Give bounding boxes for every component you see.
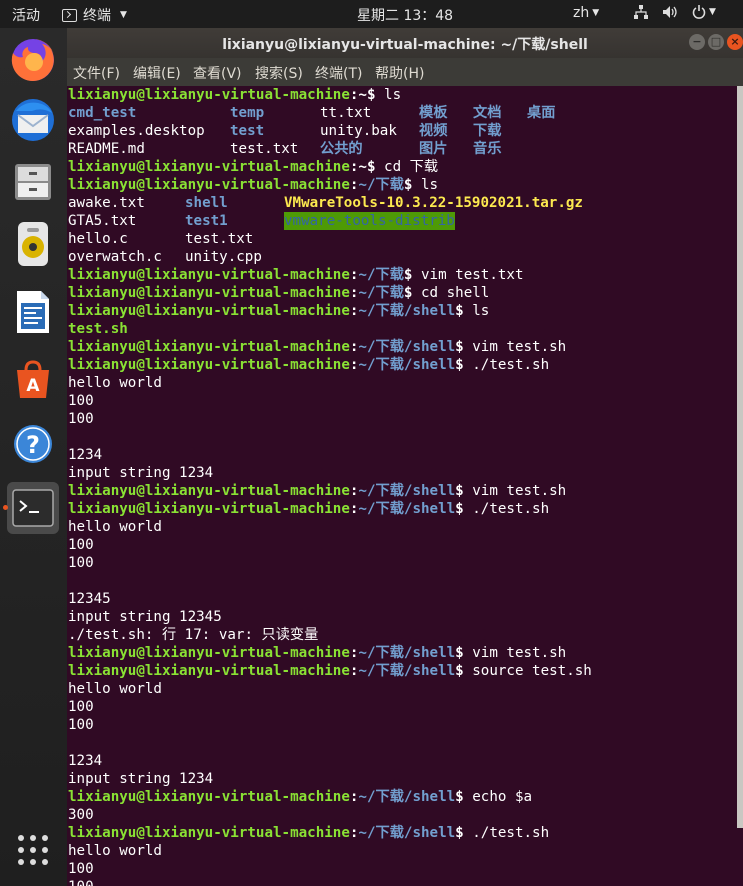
terminal-line: lixianyu@lixianyu-virtual-machine:~/下载/s… xyxy=(68,663,592,679)
dock-show-apps[interactable] xyxy=(7,824,59,876)
ls-row: awake.txt shell VMwareTools-10.3.22-159020… xyxy=(68,195,583,211)
lang-label: zh xyxy=(573,5,590,21)
menu-view[interactable]: 查看(V) xyxy=(193,63,242,83)
output-line: 100 xyxy=(68,861,94,877)
terminal-output[interactable]: lixianyu@lixianyu-virtual-machine:~$ ls … xyxy=(67,86,738,886)
firefox-icon xyxy=(11,38,54,81)
terminal-line: lixianyu@lixianyu-virtual-machine:~/下载/s… xyxy=(68,645,567,661)
terminal-line: lixianyu@lixianyu-virtual-machine:~/下载/s… xyxy=(68,501,550,517)
terminal-mini-icon xyxy=(62,8,77,22)
terminal-line: lixianyu@lixianyu-virtual-machine:~/下载/s… xyxy=(68,483,567,499)
output-line: 1234 xyxy=(68,447,103,463)
minimize-button[interactable]: − xyxy=(689,34,705,50)
terminal-window: lixianyu@lixianyu-virtual-machine: ~/下载/… xyxy=(67,28,743,886)
output-line: hello world xyxy=(68,519,162,535)
window-title: lixianyu@lixianyu-virtual-machine: ~/下载/… xyxy=(222,37,588,53)
terminal-line: lixianyu@lixianyu-virtual-machine:~$ ls xyxy=(68,87,402,103)
terminal-line: lixianyu@lixianyu-virtual-machine:~/下载$ … xyxy=(68,285,490,301)
terminal-line: lixianyu@lixianyu-virtual-machine:~/下载$ … xyxy=(68,267,524,283)
output-line: input string 12345 xyxy=(68,609,222,625)
output-line: 100 xyxy=(68,699,94,715)
output-line: 12345 xyxy=(68,591,111,607)
app-menu[interactable]: 终端 ▼ xyxy=(62,5,127,25)
running-indicator xyxy=(3,505,8,510)
clock[interactable]: 星期二 13：48 xyxy=(357,5,453,25)
output-line: 100 xyxy=(68,878,738,886)
apps-grid-icon xyxy=(18,835,48,865)
dock-files[interactable] xyxy=(7,156,59,208)
terminal-line: lixianyu@lixianyu-virtual-machine:~/下载$ … xyxy=(68,177,439,193)
thunderbird-icon xyxy=(12,99,54,141)
error-line: ./test.sh: 行 17: var: 只读变量 xyxy=(68,627,319,643)
app-menu-label: 终端 xyxy=(83,8,111,24)
ls-row: overwatch.c unity.cpp xyxy=(68,249,262,265)
terminal-icon xyxy=(12,489,54,527)
menu-help[interactable]: 帮助(H) xyxy=(375,63,424,83)
ls-row: test.sh xyxy=(68,321,128,337)
dock-writer[interactable] xyxy=(7,286,59,338)
menu-terminal[interactable]: 终端(T) xyxy=(315,63,362,83)
power-icon xyxy=(692,5,706,19)
output-line: 1234 xyxy=(68,753,103,769)
output-line: hello world xyxy=(68,681,162,697)
output-line: 100 xyxy=(68,537,94,553)
chevron-down-icon: ▼ xyxy=(120,10,127,20)
menu-search[interactable]: 搜索(S) xyxy=(255,63,303,83)
dock-thunderbird[interactable] xyxy=(7,94,59,146)
power-menu[interactable]: ▼ xyxy=(692,5,716,19)
activities-button[interactable]: 活动 xyxy=(12,5,40,25)
dock-software[interactable]: A xyxy=(7,354,59,406)
scrollbar[interactable] xyxy=(737,86,743,828)
maximize-button[interactable]: □ xyxy=(708,34,724,50)
terminal-line: lixianyu@lixianyu-virtual-machine:~/下载/s… xyxy=(68,789,533,805)
dock-firefox[interactable] xyxy=(7,34,59,86)
output-line: 100 xyxy=(68,717,94,733)
terminal-line: lixianyu@lixianyu-virtual-machine:~/下载/s… xyxy=(68,339,567,355)
svg-text:A: A xyxy=(26,376,40,396)
output-line: input string 1234 xyxy=(68,465,214,481)
terminal-line: lixianyu@lixianyu-virtual-machine:~/下载/s… xyxy=(68,357,550,373)
title-bar[interactable]: lixianyu@lixianyu-virtual-machine: ~/下载/… xyxy=(67,28,743,58)
writer-icon xyxy=(17,291,49,333)
ls-row: examples.desktop test unity.bak 视频 下载 xyxy=(68,123,502,139)
dock-help[interactable]: ? xyxy=(7,418,59,470)
terminal-line: lixianyu@lixianyu-virtual-machine:~$ cd … xyxy=(68,159,439,175)
terminal-line: lixianyu@lixianyu-virtual-machine:~/下载/s… xyxy=(68,303,490,319)
close-button[interactable]: × xyxy=(727,34,743,50)
top-bar: 活动 终端 ▼ 星期二 13：48 zh ▼ ▼ xyxy=(0,0,743,28)
network-icon xyxy=(634,5,648,19)
menu-file[interactable]: 文件(F) xyxy=(73,63,120,83)
output-line: 100 xyxy=(68,555,94,571)
terminal-line: lixianyu@lixianyu-virtual-machine:~/下载/s… xyxy=(68,825,550,841)
system-tray[interactable]: ▼ xyxy=(634,5,716,19)
software-icon: A xyxy=(17,360,49,398)
output-line: 300 xyxy=(68,807,94,823)
output-line: hello world xyxy=(68,843,162,859)
rhythmbox-icon xyxy=(18,222,48,266)
output-line: hello world xyxy=(68,375,162,391)
dock: A ? xyxy=(0,28,67,886)
ls-row: GTA5.txt test1 vmware-tools-distrib xyxy=(68,212,455,230)
svg-text:?: ? xyxy=(26,431,40,459)
ls-row: README.md test.txt 公共的 图片 音乐 xyxy=(68,141,502,157)
menu-edit[interactable]: 编辑(E) xyxy=(133,63,181,83)
input-method-menu[interactable]: zh ▼ xyxy=(573,5,599,21)
output-line: 100 xyxy=(68,411,94,427)
dock-terminal[interactable] xyxy=(7,482,59,534)
help-icon: ? xyxy=(14,425,52,463)
ls-row: cmd_test temp tt.txt 模板 文档 桌面 xyxy=(68,105,556,121)
volume-icon xyxy=(663,6,677,18)
chevron-down-icon: ▼ xyxy=(709,7,716,17)
output-line: 100 xyxy=(68,393,94,409)
menu-bar: 文件(F) 编辑(E) 查看(V) 搜索(S) 终端(T) 帮助(H) xyxy=(67,58,743,86)
ls-row: hello.c test.txt xyxy=(68,231,254,247)
window-controls: − □ × xyxy=(689,34,743,50)
files-icon xyxy=(15,164,51,200)
dock-rhythmbox[interactable] xyxy=(7,218,59,270)
chevron-down-icon: ▼ xyxy=(592,8,600,18)
output-line: input string 1234 xyxy=(68,771,214,787)
